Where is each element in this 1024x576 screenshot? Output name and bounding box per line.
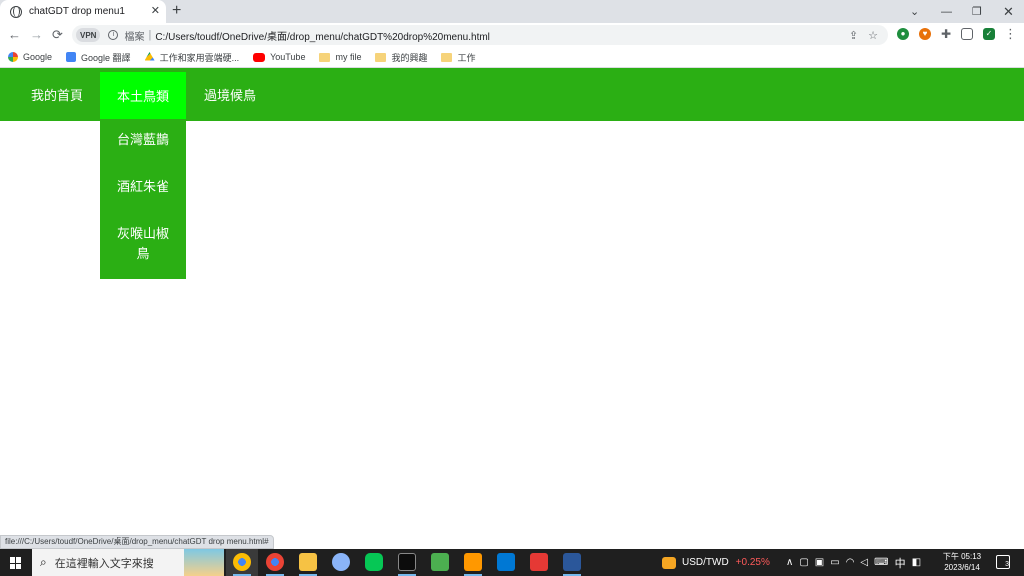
menu-item-native-birds[interactable]: 本土鳥類 — [100, 72, 186, 119]
ime-indicator[interactable]: 中 — [895, 555, 906, 571]
folder-icon — [441, 52, 453, 62]
reload-button[interactable]: ⟳ — [52, 27, 63, 43]
forward-button[interactable]: → — [30, 27, 43, 43]
share-icon[interactable]: ⇪ — [849, 29, 858, 42]
clock-date: 2023/6/14 — [944, 563, 980, 572]
close-window-button[interactable]: ✕ — [1003, 0, 1014, 23]
nav-menu-bar: 我的首頁 本土鳥類 過境候鳥 — [0, 68, 1024, 121]
dropdown-item-grey-chinned-minivet[interactable]: 灰喉山椒鳥 — [100, 225, 186, 265]
back-button[interactable]: ← — [8, 27, 21, 43]
translate-icon — [66, 52, 77, 62]
word-icon[interactable] — [563, 553, 581, 571]
dropdown-item-taiwan-blue-magpie[interactable]: 台灣藍鵲 — [100, 131, 186, 151]
scheme-separator: | — [148, 29, 152, 41]
menu-item-migratory-birds[interactable]: 過境候鳥 — [186, 68, 274, 121]
shield-icon[interactable]: ● — [897, 28, 909, 40]
windows-start-icon[interactable] — [10, 557, 22, 569]
search-icon: ⌕ — [40, 555, 47, 569]
bookmarks-bar: Google Google 翻譯 工作和家用雲端硬... YouTube my … — [0, 47, 1024, 67]
search-highlight-image[interactable] — [184, 549, 224, 576]
check-shield-icon[interactable]: ✓ — [983, 28, 995, 40]
tray-app-icon[interactable]: ◧ — [912, 557, 921, 568]
folder-icon — [375, 52, 387, 62]
bookmark-label: 我的興趣 — [391, 52, 428, 63]
status-bar-url: file:///C:/Users/toudf/OneDrive/桌面/drop_… — [0, 535, 274, 549]
scheme-label: 檔案 — [124, 31, 145, 43]
vpn-badge[interactable]: VPN — [76, 28, 101, 42]
inkscape-icon[interactable] — [332, 553, 350, 571]
bookmark-youtube[interactable]: YouTube — [253, 52, 305, 62]
google-icon — [8, 52, 18, 62]
heart-icon[interactable]: ♥ — [919, 28, 931, 40]
menu-item-home[interactable]: 我的首頁 — [14, 68, 100, 121]
puzzle-icon[interactable]: ✚ — [940, 28, 952, 40]
search-placeholder: 在這裡輸入文字來搜 — [54, 556, 154, 570]
bookmark-label: 工作 — [457, 52, 476, 63]
battery-icon[interactable]: ▭ — [830, 557, 839, 568]
gift-icon[interactable] — [530, 553, 548, 571]
line-icon[interactable] — [365, 553, 383, 571]
info-icon[interactable]: i — [108, 30, 119, 40]
windows-taskbar: ⌕ 在這裡輸入文字來搜 USD/TWD +0.25% ∧ ▢ ▣ ▭ ◠ ◁ ⌨… — [0, 549, 1024, 576]
drive-icon — [144, 52, 155, 61]
tray-app-icon[interactable]: ▣ — [815, 557, 824, 568]
currency-widget[interactable]: USD/TWD +0.25% — [662, 549, 770, 576]
menu-icon[interactable]: ⋮ — [1004, 27, 1017, 40]
taskbar-clock[interactable]: 下午 05:13 2023/6/14 — [940, 551, 984, 573]
bookmark-work[interactable]: 工作 — [441, 51, 476, 64]
bookmark-translate[interactable]: Google 翻譯 — [66, 51, 131, 64]
notification-icon[interactable]: 3 — [996, 555, 1010, 569]
page-content: 我的首頁 本土鳥類 過境候鳥 台灣藍鵲 酒紅朱雀 灰喉山椒鳥 — [0, 68, 1024, 535]
currency-pair: USD/TWD — [682, 557, 729, 568]
tab-close-icon[interactable]: ✕ — [151, 6, 160, 17]
minimize-button[interactable]: — — [941, 0, 952, 23]
url-text[interactable]: C:/Users/toudf/OneDrive/桌面/drop_menu/cha… — [155, 28, 849, 43]
youtube-icon — [253, 52, 266, 62]
address-bar[interactable]: VPN i 檔案 | C:/Users/toudf/OneDrive/桌面/dr… — [72, 25, 888, 45]
tray-app-icon[interactable]: ▢ — [799, 557, 808, 568]
tab-strip: chatGDT drop menu1 ✕ + ⌄ — ❐ ✕ — [0, 0, 1024, 23]
bookmark-label: Google 翻譯 — [81, 52, 131, 63]
bookmark-label: YouTube — [270, 52, 306, 62]
new-tab-button[interactable]: + — [172, 2, 181, 20]
bookmark-label: Google — [23, 52, 53, 62]
tab-active[interactable]: chatGDT drop menu1 ✕ — [0, 0, 166, 23]
bookmark-label: 工作和家用雲端硬... — [159, 52, 240, 63]
dropdown-menu: 台灣藍鵲 酒紅朱雀 灰喉山椒鳥 — [100, 121, 186, 279]
globe-icon — [10, 5, 22, 18]
folder-icon — [319, 52, 331, 62]
volume-icon[interactable]: ◁ — [860, 557, 868, 568]
bookmark-drive[interactable]: 工作和家用雲端硬... — [144, 51, 240, 64]
sidepanel-icon[interactable] — [961, 28, 973, 40]
currency-icon — [662, 556, 676, 569]
bookmark-star-icon[interactable]: ☆ — [868, 29, 878, 42]
currency-change: +0.25% — [735, 557, 770, 568]
bookmark-interests[interactable]: 我的興趣 — [375, 51, 427, 64]
restore-button[interactable]: ❐ — [972, 0, 982, 23]
terminal-icon[interactable] — [398, 553, 416, 571]
file-explorer-icon[interactable] — [299, 553, 317, 571]
tab-search-icon[interactable]: ⌄ — [910, 0, 919, 23]
tab-title: chatGDT drop menu1 — [29, 6, 125, 17]
bookmark-my-file[interactable]: my file — [319, 52, 361, 62]
bookmark-google[interactable]: Google — [8, 52, 52, 62]
sublime-icon[interactable] — [464, 553, 482, 571]
vscode-icon[interactable] — [497, 553, 515, 571]
dropdown-item-vinaceous-rosefinch[interactable]: 酒紅朱雀 — [100, 178, 186, 198]
browser-toolbar: ← → ⟳ VPN i 檔案 | C:/Users/toudf/OneDrive… — [0, 23, 1024, 47]
notepad-icon[interactable] — [431, 553, 449, 571]
chrome-icon[interactable] — [266, 553, 284, 571]
network-icon[interactable]: ◠ — [846, 557, 855, 568]
system-tray: ∧ ▢ ▣ ▭ ◠ ◁ ⌨ 中 ◧ — [786, 549, 927, 576]
clock-time: 下午 05:13 — [942, 552, 982, 561]
tray-chevron-icon[interactable]: ∧ — [786, 557, 793, 568]
bookmark-label: my file — [335, 52, 362, 62]
chrome-icon[interactable] — [233, 553, 251, 571]
keyboard-icon[interactable]: ⌨ — [874, 557, 888, 568]
